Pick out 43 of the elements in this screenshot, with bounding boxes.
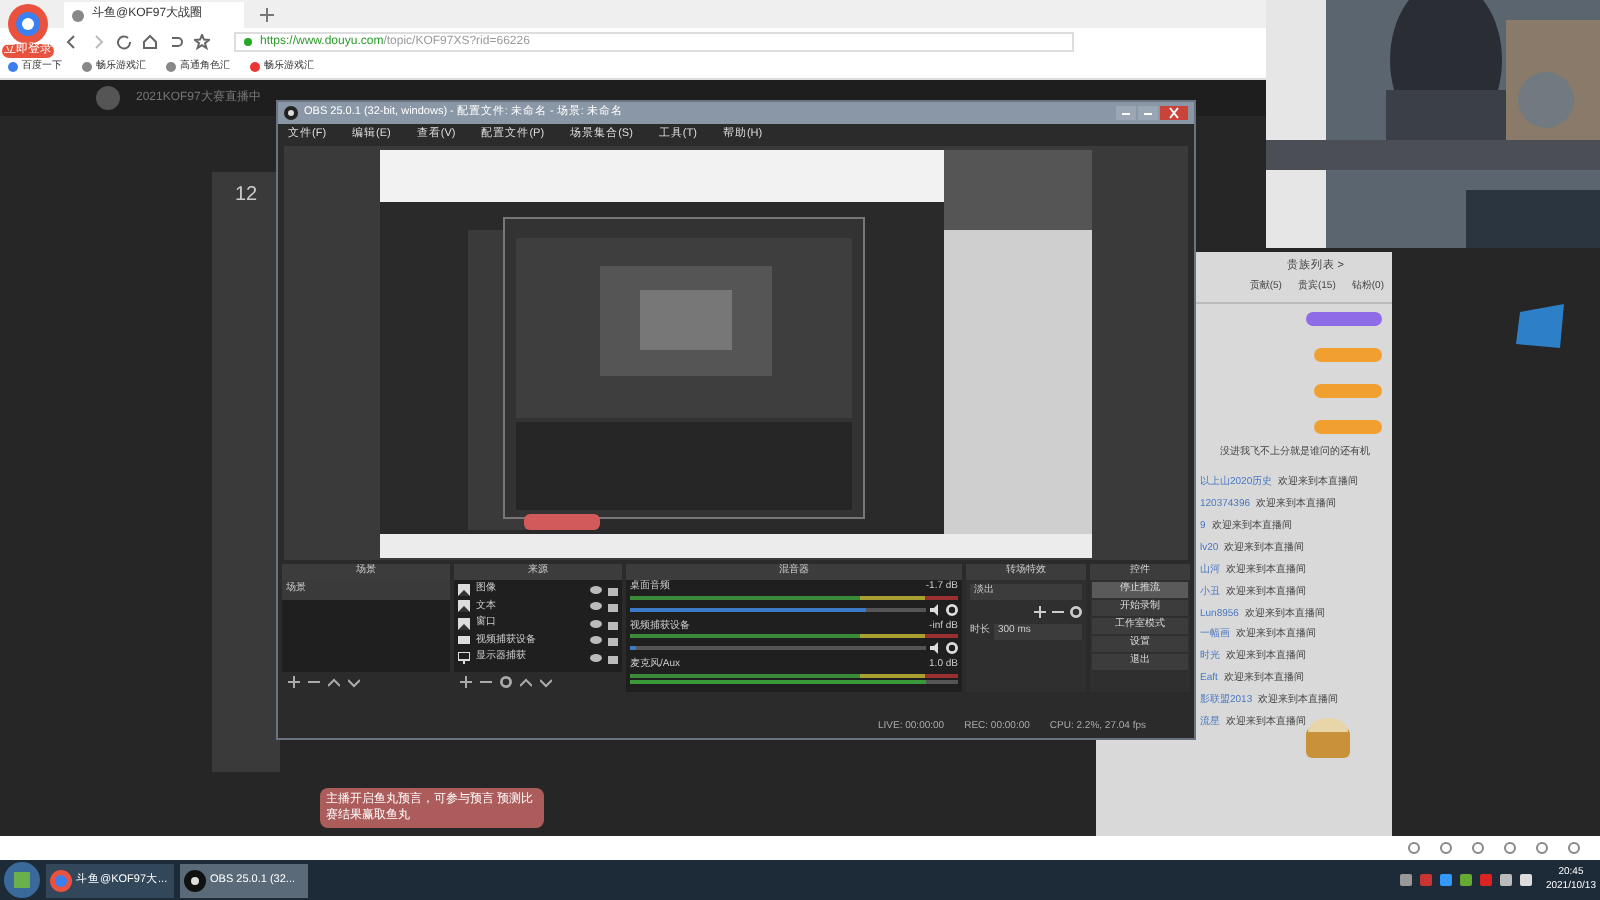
remove-icon[interactable] — [308, 676, 320, 688]
badge-icon — [1314, 383, 1382, 398]
remove-icon[interactable] — [1052, 606, 1064, 618]
bookmark-icon — [8, 62, 18, 72]
site-logo-icon — [96, 86, 120, 110]
reload-icon[interactable] — [116, 34, 132, 50]
monitor-icon — [458, 651, 470, 664]
bookmark-icon — [82, 62, 92, 72]
move-down-icon[interactable] — [540, 676, 552, 688]
bookmark-icon — [250, 62, 260, 72]
remove-icon[interactable] — [480, 676, 492, 688]
undo-icon[interactable] — [168, 34, 184, 50]
move-up-icon[interactable] — [328, 676, 340, 688]
speaker-icon[interactable] — [930, 642, 942, 654]
add-icon[interactable] — [1034, 606, 1046, 618]
image-icon — [458, 583, 470, 596]
star-icon[interactable] — [194, 34, 210, 50]
start-button-icon[interactable] — [4, 862, 40, 898]
obs-logo-icon — [184, 869, 206, 891]
obs-logo-icon — [284, 106, 298, 120]
browser-logo-icon[interactable] — [8, 4, 48, 44]
new-tab-icon[interactable] — [260, 8, 274, 22]
game-badge-icon — [1516, 304, 1568, 352]
image-icon — [458, 617, 470, 630]
add-icon[interactable] — [288, 676, 300, 688]
settings-icon[interactable] — [500, 676, 512, 688]
badge-icon — [1314, 419, 1382, 434]
image-icon — [458, 600, 470, 613]
badge-icon — [1314, 347, 1382, 362]
camera-icon — [458, 634, 470, 647]
add-icon[interactable] — [460, 676, 472, 688]
browser-logo-icon — [50, 869, 72, 891]
close-icon[interactable] — [1160, 106, 1188, 120]
move-down-icon[interactable] — [348, 676, 360, 688]
settings-icon[interactable] — [1070, 606, 1082, 618]
page-icon — [72, 9, 84, 21]
bookmark-icon — [166, 62, 176, 72]
counter-text: 12 — [232, 182, 260, 210]
speaker-icon[interactable] — [930, 603, 942, 615]
badge-icon — [1306, 311, 1382, 326]
home-icon[interactable] — [142, 34, 158, 50]
move-up-icon[interactable] — [520, 676, 532, 688]
back-icon[interactable] — [64, 34, 80, 50]
